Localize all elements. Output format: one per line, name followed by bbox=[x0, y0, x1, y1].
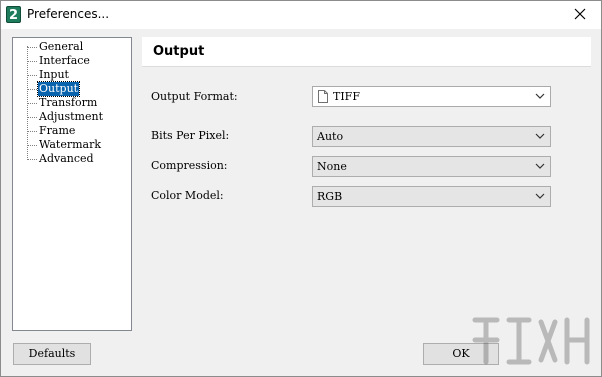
category-tree[interactable]: General Interface Input Output Transform… bbox=[12, 37, 132, 331]
tree-item-label: Adjustment bbox=[39, 110, 103, 123]
tree-branch bbox=[27, 47, 37, 48]
file-icon bbox=[318, 90, 328, 103]
tree-branch bbox=[27, 145, 37, 146]
chevron-down-icon bbox=[535, 93, 545, 99]
tree-item-transform[interactable]: Transform bbox=[13, 96, 131, 110]
bits-per-pixel-select[interactable]: Auto bbox=[312, 126, 551, 147]
app-icon: 2 bbox=[6, 6, 21, 23]
tree-item-label: Interface bbox=[39, 54, 90, 67]
tree-item-output[interactable]: Output bbox=[13, 81, 131, 97]
output-format-value: TIFF bbox=[333, 90, 360, 103]
title-bar: 2 Preferences... bbox=[1, 1, 601, 29]
bits-per-pixel-label: Bits Per Pixel: bbox=[151, 129, 230, 142]
tree-item-watermark[interactable]: Watermark bbox=[13, 138, 131, 152]
tree-item-advanced[interactable]: Advanced bbox=[13, 152, 131, 166]
tree-item-frame[interactable]: Frame bbox=[13, 124, 131, 138]
window-title: Preferences... bbox=[27, 7, 110, 21]
defaults-button[interactable]: Defaults bbox=[13, 343, 91, 365]
settings-panel: Output Output Format: TIFF Bits Per Pixe… bbox=[140, 36, 593, 331]
ok-button[interactable]: OK bbox=[423, 343, 499, 365]
compression-select[interactable]: None bbox=[312, 156, 551, 177]
tree-branch bbox=[27, 61, 37, 62]
preferences-dialog: 2 Preferences... General Interface Input… bbox=[0, 0, 602, 377]
chevron-down-icon bbox=[535, 133, 545, 139]
output-format-select[interactable]: TIFF bbox=[312, 86, 551, 107]
tree-item-label: Advanced bbox=[39, 152, 94, 165]
tree-branch bbox=[27, 131, 37, 132]
panel-title: Output bbox=[153, 44, 205, 59]
tree-branch bbox=[27, 89, 37, 90]
panel-header: Output bbox=[142, 37, 591, 67]
tree-item-general[interactable]: General bbox=[13, 40, 131, 54]
tree-item-interface[interactable]: Interface bbox=[13, 54, 131, 68]
tree-item-label: Frame bbox=[39, 124, 76, 137]
compression-value: None bbox=[317, 160, 347, 173]
output-format-label: Output Format: bbox=[151, 90, 238, 103]
chevron-down-icon bbox=[535, 193, 545, 199]
tree-item-label: Watermark bbox=[39, 138, 102, 151]
tree-branch bbox=[27, 103, 37, 104]
tree-item-label: Transform bbox=[39, 96, 98, 109]
tree-item-input[interactable]: Input bbox=[13, 68, 131, 82]
tree-item-label: General bbox=[39, 40, 84, 53]
color-model-value: RGB bbox=[317, 190, 343, 203]
tree-branch bbox=[27, 75, 37, 76]
close-button[interactable] bbox=[563, 1, 597, 27]
color-model-select[interactable]: RGB bbox=[312, 186, 551, 207]
tree-item-adjustment[interactable]: Adjustment bbox=[13, 110, 131, 124]
chevron-down-icon bbox=[535, 163, 545, 169]
tree-item-label: Output bbox=[36, 81, 81, 97]
close-icon bbox=[574, 8, 586, 20]
color-model-label: Color Model: bbox=[151, 189, 224, 202]
bits-per-pixel-value: Auto bbox=[317, 130, 344, 143]
tree-branch bbox=[27, 159, 37, 160]
compression-label: Compression: bbox=[151, 159, 228, 172]
tree-item-label: Input bbox=[39, 68, 69, 81]
tree-branch bbox=[27, 117, 37, 118]
